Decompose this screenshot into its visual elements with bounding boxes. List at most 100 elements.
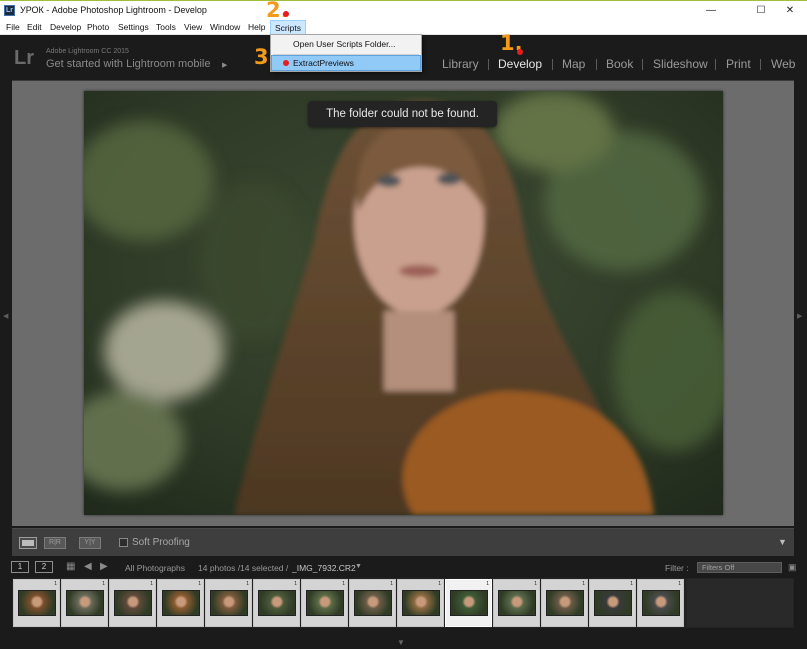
left-panel-toggle-icon[interactable]: ◀ — [3, 312, 8, 320]
thumbnail-badge: 1 — [582, 581, 585, 587]
grid-view-icon[interactable]: ▦ — [66, 561, 75, 572]
thumbnail-badge: 1 — [198, 581, 201, 587]
thumbnail-image — [258, 590, 296, 616]
lr-logo: Lr — [14, 47, 34, 69]
filmstrip-thumbnail[interactable]: 1 — [541, 579, 588, 627]
thumbnail-image — [402, 590, 440, 616]
filmstrip-thumbnail[interactable]: 1 — [637, 579, 684, 627]
module-separator — [715, 59, 716, 70]
thumbnail-badge: 1 — [438, 581, 441, 587]
menu-develop[interactable]: Develop — [50, 22, 81, 32]
extract-previews-label: ExtractPreviews — [293, 58, 354, 68]
thumbnail-badge: 1 — [294, 581, 297, 587]
play-arrow-icon: ▶ — [222, 62, 228, 69]
before-after-tb-button[interactable]: Y|Y — [79, 537, 101, 549]
module-slideshow[interactable]: Slideshow — [653, 57, 708, 71]
soft-proofing-label: Soft Proofing — [132, 537, 190, 548]
filmstrip-thumbnail[interactable]: 1 — [493, 579, 540, 627]
window-title-bar: Lr УРОК - Adobe Photoshop Lightroom - De… — [0, 0, 807, 20]
menu-settings[interactable]: Settings — [118, 22, 149, 32]
toolbar-menu-caret-icon[interactable]: ▼ — [778, 537, 787, 547]
filmstrip-thumbnail[interactable]: 1 — [397, 579, 444, 627]
module-map[interactable]: Map — [562, 57, 585, 71]
extract-previews-item[interactable]: ExtractPreviews — [271, 55, 421, 71]
filmstrip-thumbnail[interactable]: 1 — [301, 579, 348, 627]
annotation-dot-1 — [517, 49, 523, 55]
filter-value: Filters Off — [702, 563, 735, 572]
primary-display-button[interactable]: 1 — [11, 561, 29, 573]
thumbnail-image — [594, 590, 632, 616]
menu-bar: File Edit Develop Photo Settings Tools V… — [0, 20, 807, 35]
lightroom-mobile-link[interactable]: Get started with Lightroom mobile — [46, 58, 210, 70]
menu-photo[interactable]: Photo — [87, 22, 109, 32]
folder-not-found-message: The folder could not be found. — [308, 101, 497, 127]
filmstrip-thumbnail[interactable]: 1 — [157, 579, 204, 627]
filmstrip-thumbnail[interactable]: 1 — [349, 579, 396, 627]
photo-count-label: 14 photos /14 selected / — [198, 563, 289, 573]
thumbnail-badge: 1 — [486, 581, 489, 587]
thumbnail-image — [210, 590, 248, 616]
before-after-lr-button[interactable]: R|R — [44, 537, 66, 549]
thumbnail-badge: 1 — [630, 581, 633, 587]
thumbnail-image — [114, 590, 152, 616]
forward-arrow-icon[interactable]: ▶ — [100, 561, 108, 572]
current-filename[interactable]: _IMG_7932.CR2 — [292, 563, 356, 573]
menu-edit[interactable]: Edit — [27, 22, 42, 32]
thumbnail-image — [354, 590, 392, 616]
menu-file[interactable]: File — [6, 22, 20, 32]
red-dot-marker — [283, 60, 289, 66]
filmstrip: 1 1 1 1 1 1 1 1 1 1 1 1 1 1 — [12, 578, 794, 628]
module-develop[interactable]: Develop — [498, 57, 542, 71]
thumbnail-badge: 1 — [102, 581, 105, 587]
thumbnail-image — [546, 590, 584, 616]
lr-version-label: Adobe Lightroom CC 2015 — [46, 48, 129, 55]
filter-select[interactable]: Filters Off — [697, 562, 782, 573]
thumbnail-badge: 1 — [678, 581, 681, 587]
soft-proofing-checkbox[interactable] — [119, 538, 128, 547]
thumbnail-image — [66, 590, 104, 616]
filmstrip-thumbnail[interactable]: 1 — [13, 579, 60, 627]
menu-help[interactable]: Help — [248, 22, 265, 32]
thumbnail-badge: 1 — [342, 581, 345, 587]
filmstrip-thumbnail[interactable]: 1 — [253, 579, 300, 627]
filmstrip-thumbnail[interactable]: 1 — [61, 579, 108, 627]
module-book[interactable]: Book — [606, 57, 633, 71]
thumbnail-image — [18, 590, 56, 616]
module-separator — [552, 59, 553, 70]
open-user-scripts-folder-item[interactable]: Open User Scripts Folder... — [271, 36, 421, 52]
filmstrip-toggle-icon[interactable]: ▼ — [397, 638, 405, 647]
menu-window[interactable]: Window — [210, 22, 240, 32]
thumbnail-image — [306, 590, 344, 616]
filmstrip-thumbnail[interactable]: 1 — [445, 579, 492, 627]
back-arrow-icon[interactable]: ◀ — [84, 561, 92, 572]
portrait-image — [84, 91, 723, 515]
minimize-button[interactable]: — — [694, 1, 728, 21]
filmstrip-thumbnail[interactable]: 1 — [205, 579, 252, 627]
menu-scripts[interactable]: Scripts — [270, 20, 306, 35]
thumbnail-image — [162, 590, 200, 616]
menu-tools[interactable]: Tools — [156, 22, 176, 32]
lightroom-app-icon: Lr — [4, 5, 15, 16]
module-library[interactable]: Library — [442, 57, 479, 71]
module-print[interactable]: Print — [726, 57, 751, 71]
window-title: УРОК - Adobe Photoshop Lightroom - Devel… — [20, 5, 207, 15]
module-web[interactable]: Web — [771, 57, 795, 71]
thumbnail-image — [498, 590, 536, 616]
filmstrip-thumbnail[interactable]: 1 — [589, 579, 636, 627]
develop-toolbar: R|R Y|Y Soft Proofing ▼ — [12, 528, 794, 556]
right-panel-toggle-icon[interactable]: ▶ — [797, 312, 802, 320]
annotation-dot-2 — [283, 11, 289, 17]
filename-caret-icon[interactable]: ▼ — [355, 563, 362, 570]
module-separator — [642, 59, 643, 70]
filter-label: Filter : — [665, 563, 689, 573]
source-label[interactable]: All Photographs — [125, 563, 185, 573]
secondary-display-button[interactable]: 2 — [35, 561, 53, 573]
loupe-icon — [22, 540, 34, 546]
loupe-view-button[interactable] — [19, 537, 37, 549]
filter-lock-icon[interactable]: ▣ — [788, 562, 797, 573]
filmstrip-thumbnail[interactable]: 1 — [109, 579, 156, 627]
close-button[interactable]: ✕ — [773, 1, 807, 21]
thumbnail-badge: 1 — [390, 581, 393, 587]
module-separator — [488, 59, 489, 70]
menu-view[interactable]: View — [184, 22, 202, 32]
